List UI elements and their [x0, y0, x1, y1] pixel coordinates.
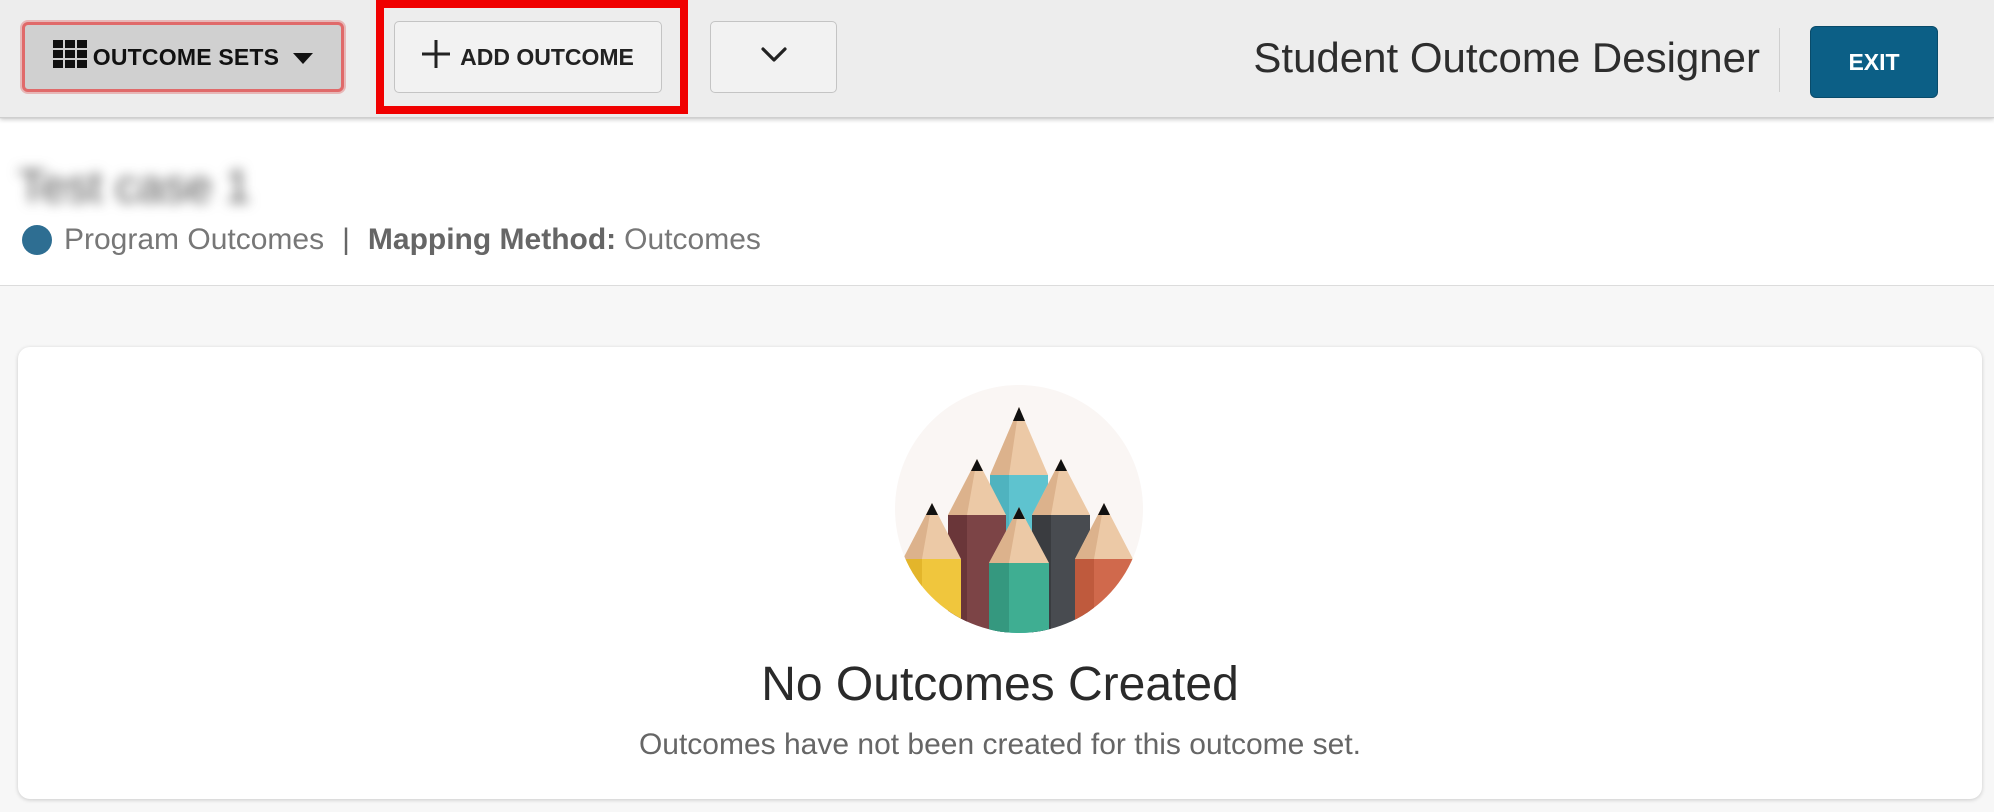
mapping-method-value: Outcomes	[624, 223, 761, 256]
mapping-method-label: Mapping Method:	[367, 223, 617, 256]
toolbar-divider	[1779, 28, 1780, 92]
grid-icon	[52, 40, 87, 74]
outcome-set-header: Test case 1 Program Outcomes | Mapping M…	[0, 119, 1994, 286]
outcome-sets-label: OUTCOME SETS	[92, 43, 280, 70]
add-outcome-label: ADD OUTCOME	[460, 43, 634, 70]
app-title: Student Outcome Designer	[1253, 34, 1760, 81]
outcome-sets-button[interactable]: OUTCOME SETS	[22, 22, 344, 92]
empty-state-title: No Outcomes Created	[761, 658, 1239, 711]
toolbar: OUTCOME SETS ADD OUTCOME Student Outcome…	[0, 0, 1994, 118]
outcome-set-meta: Program Outcomes | Mapping Method: Outco…	[22, 223, 761, 257]
meta-separator: |	[342, 223, 350, 256]
exit-button[interactable]: EXIT	[1810, 26, 1938, 98]
empty-state-subtitle: Outcomes have not been created for this …	[638, 728, 1362, 761]
pencils-illustration	[891, 381, 1147, 637]
empty-state-card: No Outcomes Created Outcomes have not be…	[18, 347, 1982, 799]
add-outcome-button[interactable]: ADD OUTCOME	[394, 21, 662, 93]
plus-icon	[422, 40, 451, 74]
chevron-down-icon	[760, 46, 787, 68]
more-options-button[interactable]	[710, 21, 837, 93]
caret-down-icon	[293, 44, 314, 71]
outcome-set-name: Test case 1	[18, 160, 251, 212]
set-type-label: Program Outcomes	[64, 223, 325, 256]
dot-icon	[22, 225, 52, 255]
